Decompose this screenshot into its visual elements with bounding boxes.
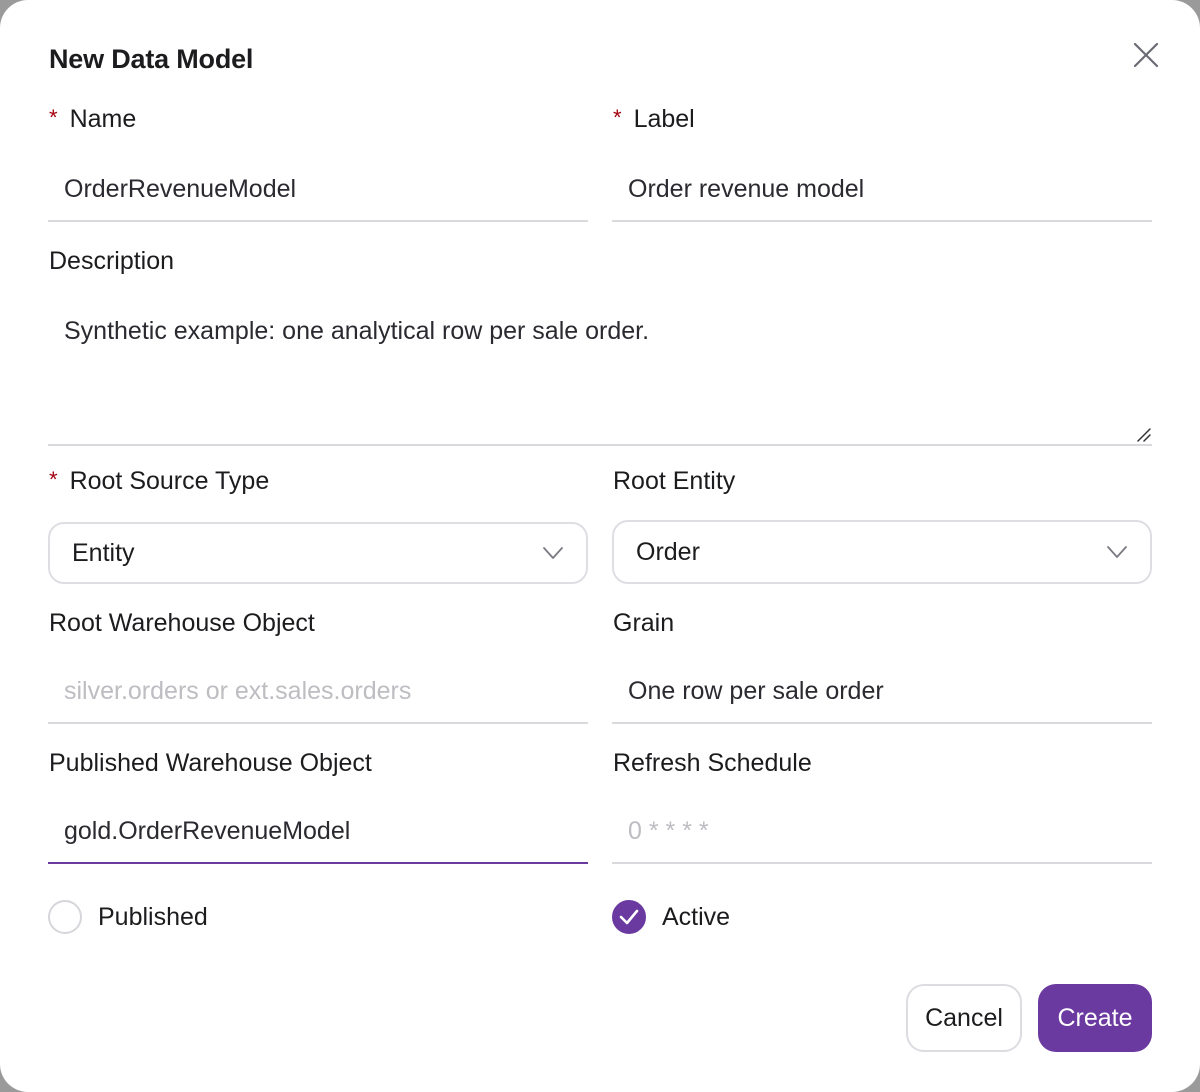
published-warehouse-object-input[interactable] (48, 800, 588, 864)
new-data-model-dialog: New Data Model *Name *Label Description … (0, 0, 1200, 1092)
close-icon (1133, 42, 1159, 68)
checkmark-icon (619, 909, 639, 925)
required-mark: * (613, 105, 622, 130)
resize-grip-icon[interactable] (1134, 425, 1152, 443)
active-checkbox-row[interactable]: Active (612, 900, 730, 934)
required-mark: * (49, 467, 58, 492)
name-label: * Name (49, 105, 137, 133)
create-button[interactable]: Create (1038, 984, 1152, 1052)
root-source-type-label: * Root Source Type (49, 467, 270, 495)
close-button[interactable] (1126, 35, 1166, 75)
chevron-down-icon (543, 547, 563, 559)
active-checkbox-label: Active (662, 902, 731, 931)
root-entity-value: Order (636, 537, 700, 566)
root-source-type-select[interactable]: Entity (48, 522, 588, 584)
active-checkbox[interactable] (612, 900, 646, 934)
root-source-type-value: Entity (72, 538, 135, 567)
published-warehouse-object-label: Published Warehouse Object (49, 749, 372, 777)
name-input[interactable] (48, 158, 588, 222)
refresh-schedule-label: Refresh Schedule (613, 749, 812, 777)
label-label: * Label (613, 105, 695, 133)
grain-input[interactable] (612, 660, 1152, 724)
cancel-button[interactable]: Cancel (906, 984, 1022, 1052)
root-warehouse-object-label: Root Warehouse Object (49, 609, 315, 637)
dialog-title: New Data Model (49, 44, 254, 74)
published-checkbox-row[interactable]: Published (48, 900, 208, 934)
description-label: Description (49, 247, 175, 275)
grain-label: Grain (613, 609, 675, 637)
root-entity-label: Root Entity (613, 467, 736, 495)
root-entity-select[interactable]: Order (612, 520, 1152, 584)
description-textarea[interactable]: Synthetic example: one analytical row pe… (48, 294, 1152, 446)
published-checkbox-label: Published (98, 902, 208, 931)
refresh-schedule-input[interactable] (612, 800, 1152, 864)
required-mark: * (49, 105, 58, 130)
published-checkbox[interactable] (48, 900, 82, 934)
root-warehouse-object-input[interactable] (48, 660, 588, 724)
chevron-down-icon (1107, 546, 1127, 558)
label-input[interactable] (612, 158, 1152, 222)
